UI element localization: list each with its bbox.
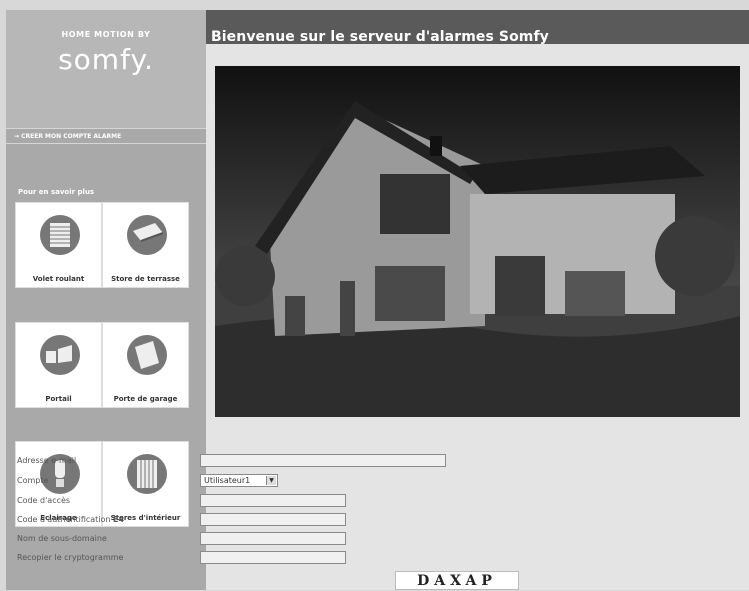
learn-more-heading: Pour en savoir plus <box>18 188 95 196</box>
tile-porte-de-garage[interactable]: Porte de garage <box>102 322 189 408</box>
access-code-label: Code d'accès <box>17 496 71 505</box>
chevron-down-icon: ▼ <box>266 476 276 485</box>
awning-icon <box>127 215 167 255</box>
account-row: Compte Utilisateur1 ▼ <box>17 474 537 489</box>
account-label: Compte <box>17 476 49 485</box>
tile-store-de-terrasse[interactable]: Store de terrasse <box>102 202 189 288</box>
auth-code-field[interactable] <box>200 513 346 526</box>
access-row: Code d'accès <box>17 494 537 509</box>
access-code-field[interactable] <box>200 494 346 507</box>
captcha-field[interactable] <box>200 551 346 564</box>
email-field[interactable] <box>200 454 446 467</box>
tile-portail[interactable]: Portail <box>15 322 102 408</box>
tile-label: Volet roulant <box>32 275 85 283</box>
auth-code-label-prefix: Code d'authentification <box>17 515 111 524</box>
email-label: Adresse e-mail <box>17 456 77 465</box>
subdomain-row: Nom de sous-domaine <box>17 532 537 547</box>
roller-shutter-icon <box>40 215 80 255</box>
house-photo-illustration <box>215 66 740 417</box>
tile-label: Portail <box>45 395 72 403</box>
brand-area: HOME MOTION BY somfy. <box>6 10 206 128</box>
page-frame: HOME MOTION BY somfy. → CREER MON COMPTE… <box>6 10 749 590</box>
captcha-row: Recopier le cryptogramme <box>17 551 537 566</box>
tile-label: Store de terrasse <box>111 275 180 283</box>
page-title: Bienvenue sur le serveur d'alarmes Somfy <box>211 29 549 45</box>
auth-code-label: Code d'authentification E4 <box>17 515 124 524</box>
captcha-image: DAXAP <box>395 571 519 590</box>
garage-door-icon <box>127 335 167 375</box>
account-select[interactable]: Utilisateur1 ▼ <box>200 474 278 487</box>
account-selected-value: Utilisateur1 <box>204 476 251 485</box>
title-bar: Bienvenue sur le serveur d'alarmes Somfy <box>206 10 749 45</box>
subdomain-label: Nom de sous-domaine <box>17 534 107 543</box>
auth-row: Code d'authentification E4 <box>17 513 537 528</box>
somfy-logo: somfy. <box>58 43 154 76</box>
house-photo <box>215 66 740 417</box>
auth-code-position: E4 <box>113 515 125 524</box>
create-alarm-account-link[interactable]: → CREER MON COMPTE ALARME <box>6 128 206 144</box>
tile-label: Porte de garage <box>113 395 178 403</box>
brand-tagline: HOME MOTION BY <box>61 30 151 39</box>
gate-icon <box>40 335 80 375</box>
subdomain-field[interactable] <box>200 532 346 545</box>
email-row: Adresse e-mail <box>17 454 537 469</box>
tile-volet-roulant[interactable]: Volet roulant <box>15 202 102 288</box>
captcha-label: Recopier le cryptogramme <box>17 553 124 562</box>
